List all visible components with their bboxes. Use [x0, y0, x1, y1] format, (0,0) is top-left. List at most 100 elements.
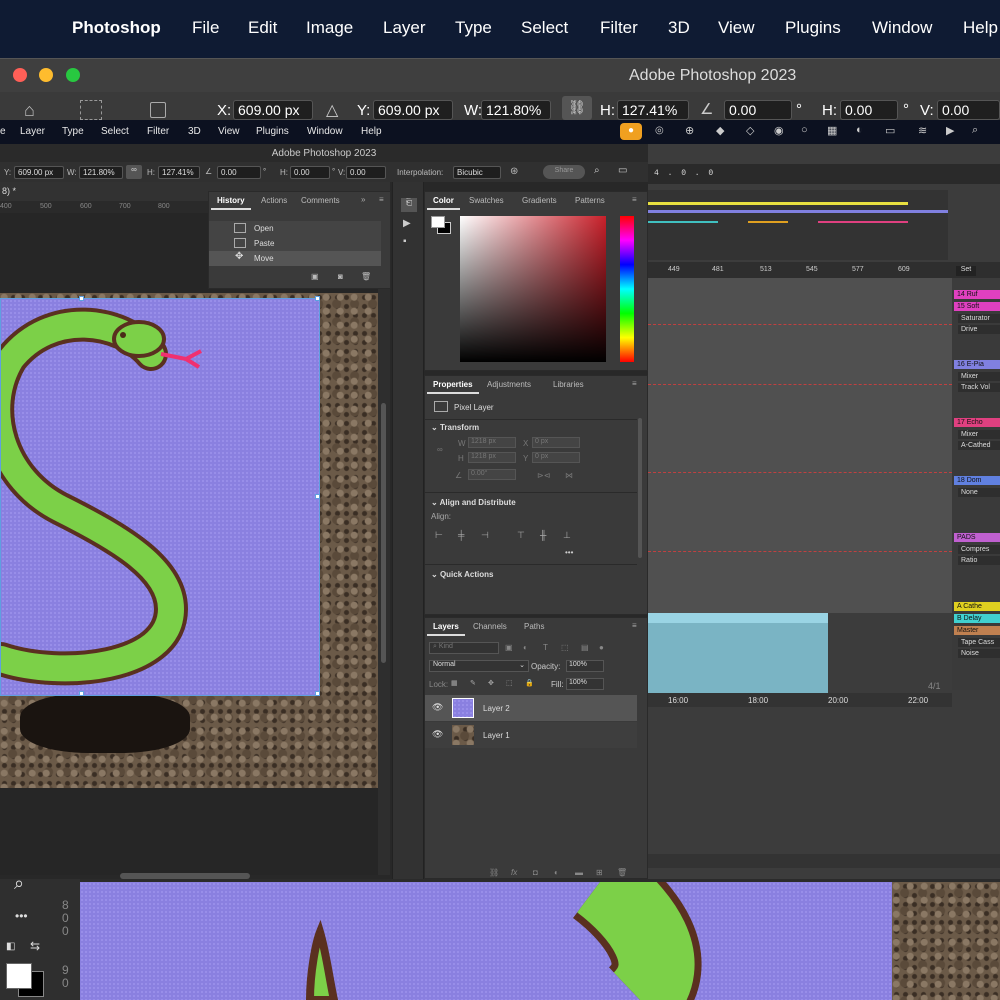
home-icon[interactable]: ⌂: [24, 100, 48, 120]
beat-ruler[interactable]: 449 481 513 545 577 609 Set: [648, 262, 1000, 278]
lock-pixels-icon[interactable]: ▦: [451, 679, 458, 687]
minimize-button[interactable]: [39, 68, 53, 82]
align-left-icon[interactable]: ⊢: [435, 530, 443, 541]
zoomed-artwork[interactable]: [80, 882, 892, 1000]
inner-menu-layer[interactable]: Layer: [20, 126, 45, 137]
device-chip[interactable]: Tape Cass: [958, 638, 1000, 647]
prop-angle-field[interactable]: 0.00°: [468, 469, 516, 480]
filter-pixel-icon[interactable]: ▣: [505, 643, 513, 652]
transform-section-title[interactable]: ⌄ Transform: [431, 423, 479, 432]
device-chip[interactable]: Mixer: [958, 430, 1000, 439]
audio-clip-header[interactable]: [648, 613, 828, 623]
inner-menu-3d[interactable]: 3D: [188, 126, 201, 137]
panel-menu-icon[interactable]: ≡: [632, 195, 637, 204]
warp-icon[interactable]: ⊛: [510, 166, 518, 177]
filter-adjust-icon[interactable]: ◐: [523, 643, 528, 652]
device-chip[interactable]: None: [958, 488, 1000, 497]
zoom-tool-icon[interactable]: ⌕: [14, 873, 24, 894]
track-name[interactable]: PADS: [954, 533, 1000, 542]
new-doc-icon[interactable]: ▣: [311, 272, 319, 281]
layer-name[interactable]: Layer 2: [483, 704, 510, 713]
x-field[interactable]: 609.00 px: [233, 100, 313, 120]
prop-x-field[interactable]: 0 px: [532, 437, 580, 448]
inner-search-icon[interactable]: ⌕: [594, 165, 600, 176]
status-icon-6[interactable]: ○: [801, 124, 808, 136]
menu-window[interactable]: Window: [872, 18, 932, 38]
filter-type-icon[interactable]: T: [543, 643, 548, 652]
tab-actions[interactable]: Actions: [255, 192, 293, 210]
device-chip[interactable]: Ratio: [958, 556, 1000, 565]
fx-icon[interactable]: fx: [511, 868, 517, 877]
delete-layer-icon[interactable]: 🗑: [617, 868, 627, 877]
default-colors-icon[interactable]: ◧: [6, 941, 15, 952]
more-options-button[interactable]: •••: [565, 548, 573, 557]
properties-scrollbar[interactable]: [638, 418, 642, 558]
transform-handle[interactable]: [315, 296, 320, 301]
prop-w-field[interactable]: 1218 px: [468, 437, 516, 448]
panel-menu-icon[interactable]: ≡: [632, 379, 637, 388]
interpolation-select[interactable]: Bicubic: [453, 166, 501, 179]
move-tool-icon[interactable]: [80, 100, 102, 120]
document-tab[interactable]: 8) *: [0, 182, 210, 201]
play-icon[interactable]: ▶: [403, 218, 411, 229]
link-icon[interactable]: ⛓: [562, 96, 592, 120]
time-ruler[interactable]: 16:00 18:00 20:00 22:00: [648, 693, 952, 707]
tab-channels[interactable]: Channels: [467, 618, 513, 636]
device-chip[interactable]: A-Cathed: [958, 441, 1000, 450]
hue-slider[interactable]: [620, 216, 634, 362]
panel-collapse-icon[interactable]: »: [361, 195, 365, 204]
status-icon-7[interactable]: ▦: [827, 124, 837, 137]
track-name[interactable]: 15 Soft: [954, 302, 1000, 311]
inner-menu-window[interactable]: Window: [307, 126, 343, 137]
tab-properties[interactable]: Properties: [427, 376, 479, 394]
transform-handle[interactable]: [315, 691, 320, 696]
inner-menu-plugins[interactable]: Plugins: [256, 126, 289, 137]
inner-menu-edit[interactable]: e: [0, 126, 6, 137]
track-name[interactable]: Master: [954, 626, 1000, 635]
artwork-layer-2[interactable]: [0, 296, 320, 696]
lock-artboard-icon[interactable]: ⬚: [506, 679, 513, 687]
align-right-icon[interactable]: ⊣: [481, 530, 489, 541]
wifi-icon[interactable]: ≋: [918, 124, 927, 137]
trash-icon[interactable]: 🗑: [361, 272, 371, 281]
foreground-swatch[interactable]: [431, 216, 445, 228]
lock-all-icon[interactable]: 🔒: [525, 679, 534, 687]
tab-paths[interactable]: Paths: [518, 618, 550, 636]
inner-menu-filter[interactable]: Filter: [147, 126, 169, 137]
tab-gradients[interactable]: Gradients: [516, 192, 563, 210]
inner-menu-help[interactable]: Help: [361, 126, 382, 137]
track-name[interactable]: A Cathe: [954, 602, 1000, 611]
color-picker-field[interactable]: [460, 216, 606, 362]
reference-point-checkbox[interactable]: [150, 102, 166, 118]
prop-h-field[interactable]: 1218 px: [468, 452, 516, 463]
hskew-field[interactable]: 0.00: [840, 100, 898, 120]
align-section-title[interactable]: ⌄ Align and Distribute: [431, 498, 516, 507]
status-icon-2[interactable]: ⊕: [685, 124, 694, 137]
swap-colors-icon[interactable]: ⇆: [30, 939, 40, 953]
tab-comments[interactable]: Comments: [295, 192, 346, 210]
device-chip[interactable]: Mixer: [958, 372, 1000, 381]
position-counter[interactable]: 4 . 0 . 0: [654, 169, 715, 178]
layer-row[interactable]: 👁 Layer 1: [425, 722, 637, 748]
search-icon[interactable]: ⌕: [972, 124, 978, 137]
status-icon-8[interactable]: ◐: [856, 124, 863, 136]
w-field[interactable]: 121.80%: [481, 100, 551, 120]
close-button[interactable]: [13, 68, 27, 82]
status-icon-1[interactable]: ◎: [655, 125, 664, 136]
menu-edit[interactable]: Edit: [248, 18, 277, 38]
link-layers-icon[interactable]: ⛓: [489, 868, 499, 877]
vertical-scrollbar[interactable]: [378, 213, 390, 875]
share-button[interactable]: Share: [543, 165, 585, 179]
tab-swatches[interactable]: Swatches: [463, 192, 510, 210]
mask-icon[interactable]: ◘: [533, 868, 538, 877]
history-item[interactable]: Open: [209, 221, 381, 236]
track-name[interactable]: 14 Ruf: [954, 290, 1000, 299]
menu-type[interactable]: Type: [455, 18, 492, 38]
filter-smart-icon[interactable]: ▤: [581, 643, 589, 652]
visibility-eye-icon[interactable]: 👁: [432, 729, 443, 740]
transform-handle[interactable]: [79, 691, 84, 696]
status-icon-9[interactable]: ▶: [946, 124, 954, 137]
opacity-field[interactable]: 100%: [566, 660, 604, 672]
quick-actions-title[interactable]: ⌄ Quick Actions: [431, 570, 493, 579]
inner-menu-view[interactable]: View: [218, 126, 240, 137]
